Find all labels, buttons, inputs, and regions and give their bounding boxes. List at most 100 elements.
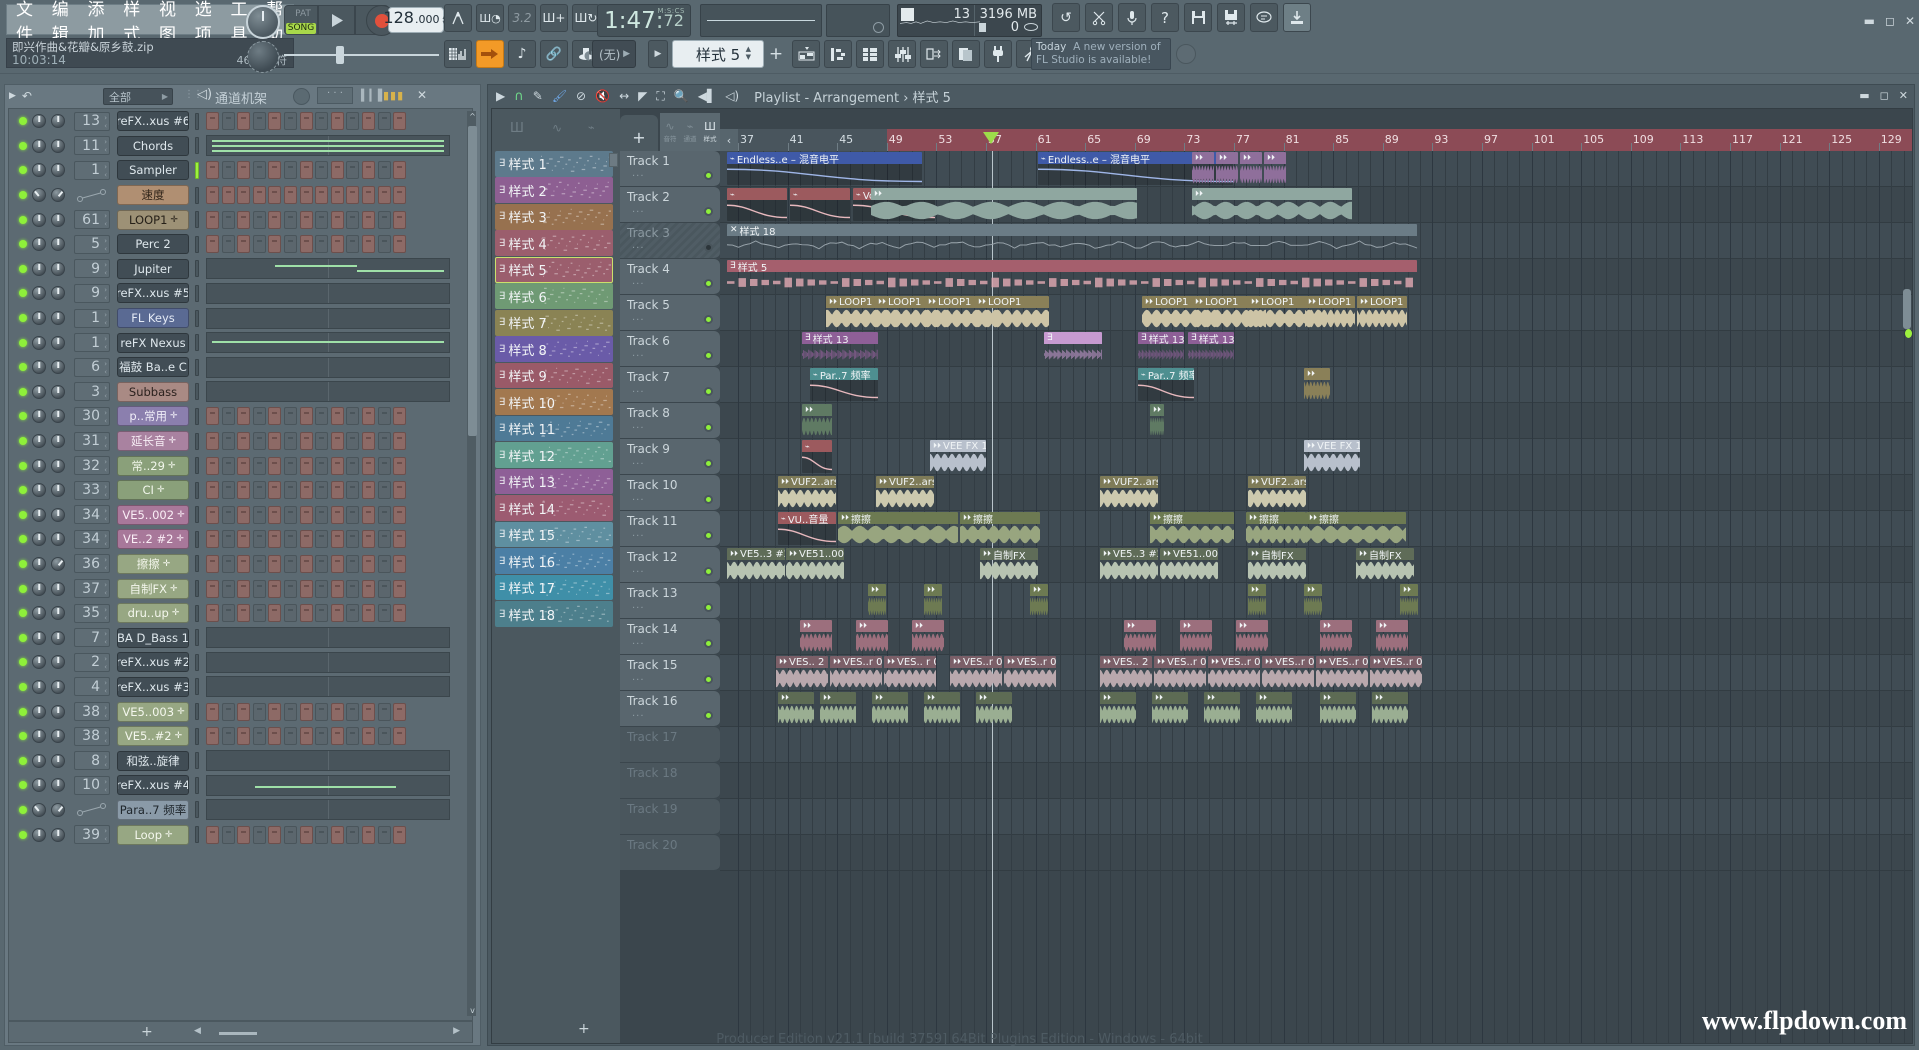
- clip-body[interactable]: [1248, 488, 1306, 509]
- playlist-track-header[interactable]: Track 14 ···: [620, 619, 720, 655]
- rack-close-icon[interactable]: ✕: [417, 88, 427, 102]
- channel-fx-number[interactable]: 2 › ‹: [74, 653, 110, 672]
- clip-header[interactable]: ∃ 样式 13: [1188, 332, 1234, 344]
- step-button[interactable]: [284, 161, 297, 179]
- channel-volume-knob[interactable]: [51, 631, 65, 645]
- step-sequencer[interactable]: [206, 186, 406, 204]
- clip-header[interactable]: ⏵⏵ 擦擦: [1150, 512, 1234, 524]
- playlist-clip[interactable]: ⏵⏵: [1124, 620, 1156, 653]
- channel-volume-knob[interactable]: [51, 188, 65, 202]
- track-options-icon[interactable]: ···: [632, 351, 645, 362]
- channel-selector-bar[interactable]: [195, 777, 199, 794]
- clip-body[interactable]: [1180, 632, 1212, 653]
- pattern-list-item[interactable]: ∃ 样式 10: [495, 389, 613, 415]
- step-button[interactable]: [315, 186, 328, 204]
- step-button[interactable]: [222, 186, 235, 204]
- channel-fx-number[interactable]: 9 › ‹: [74, 259, 110, 278]
- step-button[interactable]: [346, 727, 359, 745]
- channel-pan-knob[interactable]: [32, 139, 46, 153]
- step-sequencer[interactable]: [206, 555, 406, 573]
- channel-row[interactable]: 9 › ‹ reFX..xus #5: [9, 281, 472, 306]
- channel-pan-knob[interactable]: [32, 262, 46, 276]
- step-button[interactable]: [362, 481, 375, 499]
- channel-enable-led[interactable]: [19, 142, 27, 150]
- clip-body[interactable]: [778, 524, 836, 545]
- channel-fx-number[interactable]: 3 › ‹: [74, 382, 110, 401]
- channel-row[interactable]: 33 › ‹ CI ✛: [9, 478, 472, 503]
- channel-name-button[interactable]: reFX..xus #3: [117, 677, 189, 697]
- playlist-track-header[interactable]: Track 11 ···: [620, 511, 720, 547]
- playlist-clip[interactable]: ⏵⏵ LOOP1: [1305, 296, 1355, 329]
- track-headers[interactable]: Track 1 ··· Track 2 ··· Track 3 ··· Track 4 ···…: [620, 151, 720, 871]
- step-button[interactable]: [253, 112, 266, 130]
- step-button[interactable]: [222, 457, 235, 475]
- playlist-clip[interactable]: ⏵⏵ 自制FX: [980, 548, 1038, 581]
- step-button[interactable]: [331, 457, 344, 475]
- song-position-marker[interactable]: [983, 132, 999, 144]
- clip-header[interactable]: ⏵⏵: [1124, 620, 1156, 632]
- channel-name-button[interactable]: 延长音 ✛: [117, 431, 189, 451]
- step-button[interactable]: [253, 481, 266, 499]
- channel-piano-preview[interactable]: [206, 676, 450, 697]
- clip-header[interactable]: ⌁ VU..音量: [778, 512, 836, 524]
- channel-selector-bar[interactable]: [195, 334, 199, 351]
- playlist-clip[interactable]: ⌁: [727, 188, 787, 221]
- step-button[interactable]: [300, 703, 313, 721]
- fx-spinner-icon[interactable]: › ‹: [104, 532, 107, 548]
- step-button[interactable]: [300, 826, 313, 844]
- playlist-clip[interactable]: ⏵⏵: [1372, 692, 1408, 725]
- step-button[interactable]: [284, 604, 297, 622]
- channel-selector-bar[interactable]: [195, 236, 199, 253]
- clip-body[interactable]: [1246, 524, 1306, 545]
- clip-header[interactable]: ⏵⏵VES..r 002: [1154, 656, 1206, 668]
- step-button[interactable]: [284, 506, 297, 524]
- paint-icon[interactable]: 🖌: [552, 89, 567, 103]
- channel-volume-knob[interactable]: [51, 483, 65, 497]
- clip-body[interactable]: [802, 416, 832, 437]
- magnet-icon[interactable]: ∩: [514, 89, 524, 104]
- clip-header[interactable]: ⏵⏵VES.. r 002: [884, 656, 936, 668]
- channel-row[interactable]: 31 › ‹ 延长音 ✛: [9, 429, 472, 454]
- channel-fx-number[interactable]: 5 › ‹: [74, 235, 110, 254]
- clip-body[interactable]: [924, 596, 942, 617]
- clip-header[interactable]: ⏵⏵ 自制FX: [1356, 548, 1414, 560]
- step-sequencer[interactable]: [206, 530, 406, 548]
- playlist-maximize-icon[interactable]: ◻: [1880, 89, 1889, 102]
- fx-spinner-icon[interactable]: › ‹: [104, 237, 107, 253]
- clip-body[interactable]: [1124, 632, 1156, 653]
- playlist-clip[interactable]: ∃ 样式 5: [727, 260, 1417, 293]
- step-button[interactable]: [362, 555, 375, 573]
- clip-body[interactable]: [1044, 344, 1102, 365]
- channel-select-dropdown[interactable]: (无) ▶: [592, 40, 636, 68]
- clip-header[interactable]: ⏵⏵: [1304, 368, 1330, 380]
- track-options-icon[interactable]: ···: [632, 603, 645, 614]
- step-button[interactable]: [268, 112, 281, 130]
- clip-header[interactable]: ⌁ Par..7 频率: [1138, 368, 1194, 380]
- playlist-clip[interactable]: ⏵⏵: [856, 620, 888, 653]
- step-button[interactable]: [378, 604, 391, 622]
- step-button[interactable]: [222, 530, 235, 548]
- step-button[interactable]: [253, 407, 266, 425]
- channel-enable-led[interactable]: [19, 363, 27, 371]
- select-icon[interactable]: ◤: [638, 89, 647, 103]
- step-button[interactable]: [362, 506, 375, 524]
- clip-body[interactable]: [1100, 704, 1136, 725]
- pattern-list-item[interactable]: ∃ 样式 9: [495, 363, 613, 389]
- step-button[interactable]: [315, 727, 328, 745]
- fx-spinner-icon[interactable]: › ‹: [104, 458, 107, 474]
- step-button[interactable]: [362, 432, 375, 450]
- clip-header[interactable]: ⏵⏵: [778, 692, 814, 704]
- channel-volume-knob[interactable]: [51, 532, 65, 546]
- fx-spinner-icon[interactable]: › ‹: [104, 114, 107, 130]
- slip-icon[interactable]: 🔇: [595, 89, 610, 103]
- step-button[interactable]: [362, 604, 375, 622]
- playlist-clip[interactable]: ⏵⏵: [1264, 152, 1286, 185]
- track-enable-led[interactable]: [704, 279, 713, 288]
- playlist-clip[interactable]: ⏵⏵VES..r 002: [1154, 656, 1206, 689]
- step-button[interactable]: [315, 580, 328, 598]
- playlist-clip[interactable]: ⏵⏵VEE FX 136: [930, 440, 986, 473]
- step-button[interactable]: [253, 703, 266, 721]
- cut-button[interactable]: [1085, 3, 1113, 32]
- playlist-clip[interactable]: ⏵⏵VES..r 002: [1316, 656, 1368, 689]
- channel-piano-preview[interactable]: [206, 627, 450, 648]
